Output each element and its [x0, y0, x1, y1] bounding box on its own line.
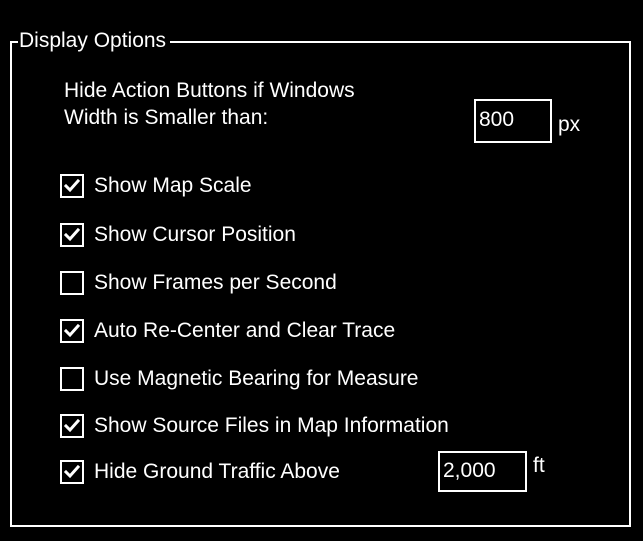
auto-recenter-option[interactable]: Auto Re-Center and Clear Trace — [60, 315, 395, 347]
magnetic-bearing-checkbox[interactable] — [60, 367, 84, 391]
magnetic-bearing-option[interactable]: Use Magnetic Bearing for Measure — [60, 363, 419, 395]
magnetic-bearing-label: Use Magnetic Bearing for Measure — [94, 367, 419, 390]
hide-ground-traffic-label: Hide Ground Traffic Above — [94, 460, 340, 483]
show-map-scale-label: Show Map Scale — [94, 174, 252, 197]
hide-ground-traffic-option[interactable]: Hide Ground Traffic Above — [60, 456, 340, 488]
min-width-unit: px — [558, 113, 581, 136]
checkmark-icon — [64, 324, 80, 338]
auto-recenter-checkbox[interactable] — [60, 319, 84, 343]
ground-traffic-altitude-input[interactable]: 2,000 — [438, 451, 527, 492]
show-fps-label: Show Frames per Second — [94, 271, 337, 294]
hide-ground-traffic-checkbox[interactable] — [60, 460, 84, 484]
show-cursor-position-checkbox[interactable] — [60, 223, 84, 247]
show-cursor-position-label: Show Cursor Position — [94, 223, 296, 246]
show-map-scale-checkbox[interactable] — [60, 174, 84, 198]
show-source-files-option[interactable]: Show Source Files in Map Information — [60, 410, 449, 442]
show-fps-option[interactable]: Show Frames per Second — [60, 267, 337, 299]
show-source-files-checkbox[interactable] — [60, 414, 84, 438]
show-fps-checkbox[interactable] — [60, 271, 84, 295]
auto-recenter-label: Auto Re-Center and Clear Trace — [94, 319, 396, 342]
checkmark-icon — [64, 179, 80, 193]
hide-buttons-label-line1: Hide Action Buttons if Windows — [64, 79, 355, 102]
checkmark-icon — [64, 228, 80, 242]
checkmark-icon — [64, 419, 80, 433]
show-cursor-position-option[interactable]: Show Cursor Position — [60, 219, 296, 251]
show-source-files-label: Show Source Files in Map Information — [94, 414, 449, 437]
group-title: Display Options — [18, 24, 171, 58]
ground-traffic-altitude-unit: ft — [533, 454, 545, 477]
min-width-input[interactable]: 800 — [474, 99, 552, 143]
checkmark-icon — [64, 465, 80, 479]
hide-buttons-label-line2: Width is Smaller than: — [64, 106, 269, 129]
show-map-scale-option[interactable]: Show Map Scale — [60, 170, 252, 202]
